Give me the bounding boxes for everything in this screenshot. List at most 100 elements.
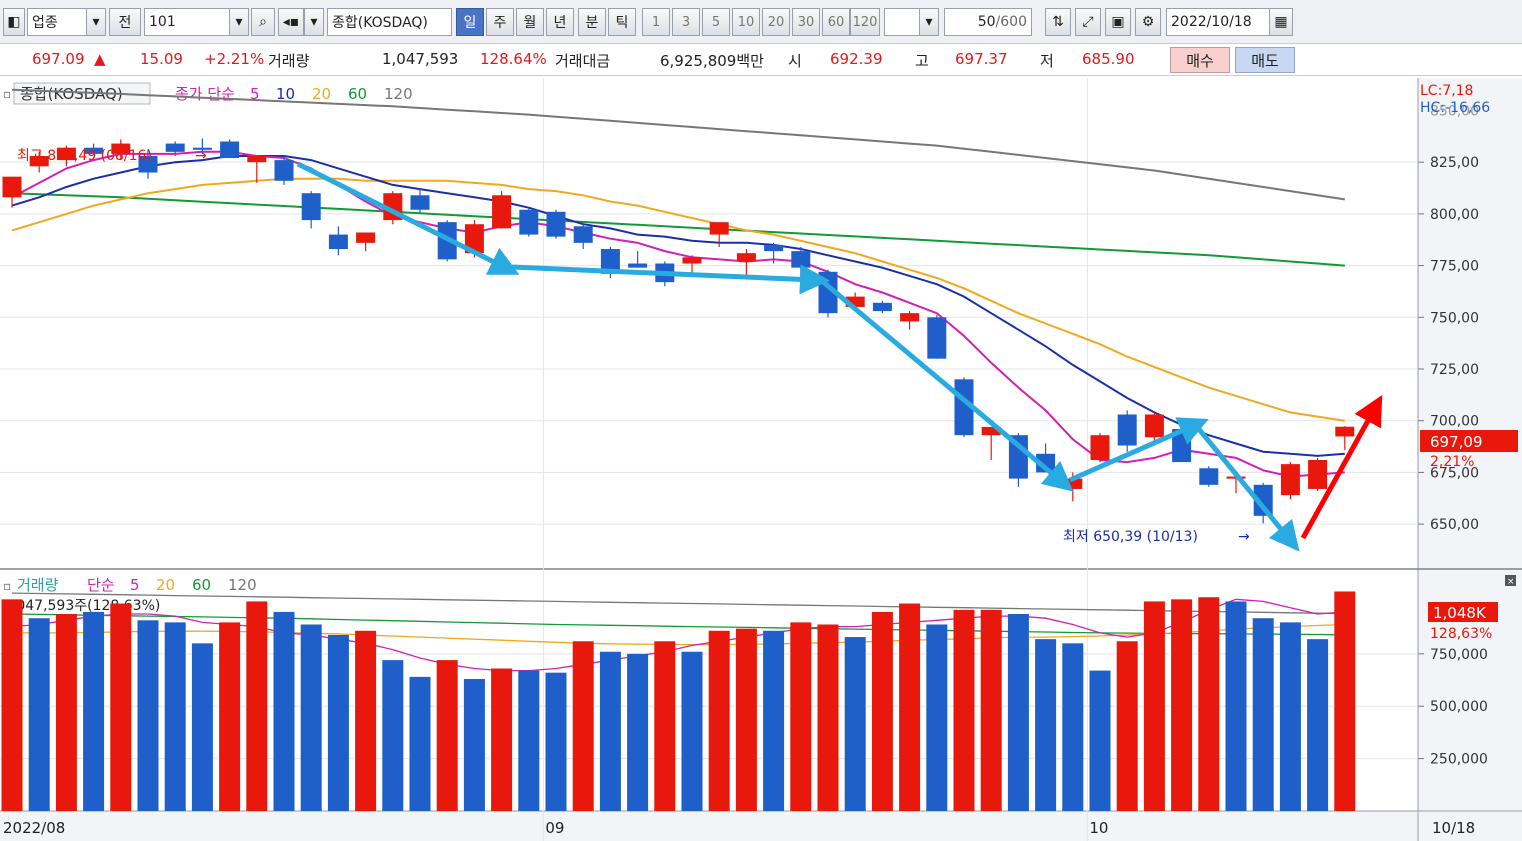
low-arrow-icon: → [1238, 529, 1250, 545]
volume-bar [926, 624, 948, 811]
interval-60[interactable]: 60 [822, 8, 850, 36]
category-dropdown-icon[interactable]: ▾ [86, 8, 106, 36]
volume-tick-label: 500,000 [1430, 699, 1488, 715]
category-select[interactable]: 업종 [27, 8, 87, 36]
candle-body [628, 263, 648, 268]
open-label: 시 [788, 52, 802, 70]
calendar-icon[interactable]: ▦ [1269, 8, 1293, 36]
candle-body [220, 141, 240, 159]
candle-body [492, 195, 512, 229]
volume-bar [83, 611, 105, 811]
volume-value: 1,047,593 [382, 50, 459, 68]
candle-body [274, 160, 294, 181]
candle-body [682, 257, 702, 264]
candle-body [1117, 414, 1137, 446]
volume-panel-title: 거래량 [17, 576, 59, 594]
save-icon[interactable]: ▣ [1105, 8, 1131, 36]
tab-month[interactable]: 월 [516, 8, 544, 36]
volume-bar [1198, 597, 1220, 811]
volume-bar [28, 618, 50, 811]
tab-day-label: 일 [463, 15, 477, 31]
count-input[interactable]: 50/600 [944, 8, 1032, 36]
speaker-dropdown-icon[interactable]: ▾ [304, 8, 324, 36]
interval-1[interactable]: 1 [642, 8, 670, 36]
tab-minute[interactable]: 분 [578, 8, 606, 36]
legend-item: 20 [156, 576, 175, 594]
volume-bar [273, 611, 295, 811]
volume-bar [55, 614, 77, 811]
volume-bar [817, 624, 839, 811]
volume-bar [219, 622, 241, 811]
volume-bar [463, 678, 485, 811]
pct-tag: 2,21% [1430, 454, 1474, 470]
volume-bar [790, 622, 812, 811]
interval-label: 30 [797, 14, 815, 30]
layout-icon[interactable]: ◧ [3, 8, 25, 36]
candle-body [1090, 435, 1110, 460]
candle-body [927, 317, 947, 359]
index-name-field[interactable]: 종합(KOSDAQ) [327, 8, 452, 36]
volume-tag: 1,048K [1433, 604, 1487, 622]
open-value: 692.39 [830, 50, 883, 68]
candle [1117, 410, 1137, 452]
gear-icon[interactable]: ⚙ [1135, 8, 1161, 36]
tab-year[interactable]: 년 [546, 8, 574, 36]
candle [492, 191, 512, 229]
interval-120[interactable]: 120 [850, 8, 880, 36]
count-value: 50 [977, 14, 996, 30]
interval-3[interactable]: 3 [672, 8, 700, 36]
tab-week[interactable]: 주 [486, 8, 514, 36]
hc-label: HC:-16,66 [1420, 100, 1490, 116]
volume-legend-prefix: 단순 [87, 576, 115, 594]
volume-bar [300, 624, 322, 811]
legend-item: 20 [312, 85, 331, 103]
line-tool-icon[interactable]: ⤢ [1075, 8, 1101, 36]
volume-bar [1225, 601, 1247, 811]
interval-label: 10 [737, 14, 755, 30]
volume-tick-label: 750,000 [1430, 647, 1488, 663]
compare-icon[interactable]: ⇅ [1045, 8, 1071, 36]
tab-tick[interactable]: 틱 [608, 8, 636, 36]
volume-bar [1035, 639, 1057, 811]
candle-body [791, 251, 811, 268]
candle-body [301, 193, 321, 221]
low-label: 저 [1040, 52, 1054, 70]
candle-body [410, 195, 430, 210]
volume-current-label: 1,047,593주(128,63%) [3, 598, 160, 614]
buy-button[interactable]: 매수 [1170, 47, 1230, 73]
tab-month-label: 월 [523, 15, 537, 31]
interval-30[interactable]: 30 [792, 8, 820, 36]
volume-bar [110, 603, 132, 811]
x-axis-label: 2022/08 [3, 819, 65, 837]
custom-interval-input[interactable] [884, 8, 920, 36]
sell-button[interactable]: 매도 [1235, 47, 1295, 73]
candle-body [328, 234, 348, 250]
tab-day[interactable]: 일 [456, 8, 484, 36]
chart-svg[interactable]: ▫ 종합(KOSDAQ) 종가 단순 5 10 20 60 120 최고 836,49 … [0, 78, 1522, 841]
chart-area: ▫ 종합(KOSDAQ) 종가 단순 5 10 20 60 120 최고 836,49 … [0, 78, 1522, 841]
candle-body [872, 302, 892, 312]
volume-bar [1089, 670, 1111, 811]
date-input[interactable]: 2022/10/18 [1166, 8, 1270, 36]
candle [546, 209, 566, 239]
interval-5[interactable]: 5 [702, 8, 730, 36]
prev-label: 전 [118, 15, 132, 31]
tab-tick-label: 틱 [615, 15, 629, 31]
speaker-icon[interactable]: ◂▪ [278, 8, 304, 36]
sell-label: 매도 [1251, 51, 1279, 70]
candle [1090, 433, 1110, 463]
search-icon[interactable]: ⌕ [251, 8, 275, 36]
interval-20[interactable]: 20 [762, 8, 790, 36]
volume-bar [1007, 614, 1029, 811]
index-name: 종합(KOSDAQ) [332, 15, 428, 31]
code-dropdown-icon[interactable]: ▾ [229, 8, 249, 36]
volume-bar [572, 641, 594, 811]
custom-interval-dropdown-icon[interactable]: ▾ [919, 8, 939, 36]
prev-button[interactable]: 전 [109, 8, 141, 36]
interval-10[interactable]: 10 [732, 8, 760, 36]
code-input[interactable]: 101 [144, 8, 230, 36]
code-value: 101 [149, 14, 176, 30]
candle-body [1144, 414, 1164, 438]
price-tick-label: 700,00 [1430, 414, 1479, 430]
volume-bar [518, 670, 540, 811]
